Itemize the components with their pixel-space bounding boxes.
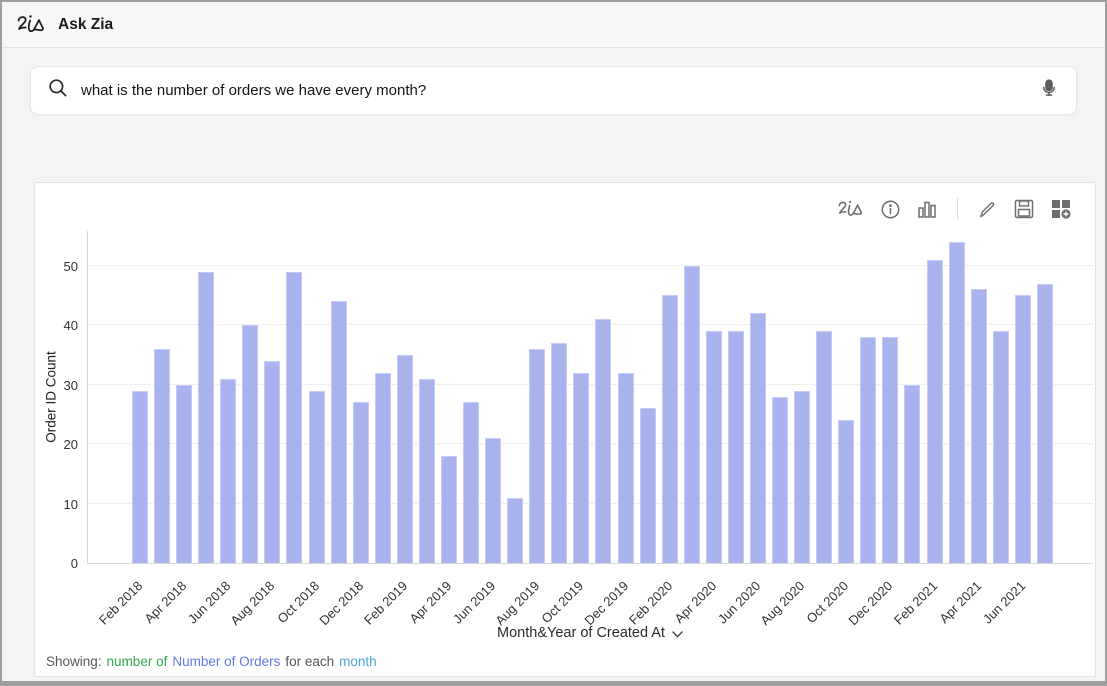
bar-sep-2019[interactable]	[551, 343, 567, 563]
bar-aug-2019[interactable]	[529, 349, 545, 563]
edit-icon[interactable]	[978, 200, 997, 219]
bar-oct-2019[interactable]	[573, 373, 589, 563]
bar-apr-2019[interactable]	[441, 456, 457, 563]
showing-segment[interactable]: Number of Orders	[172, 654, 280, 669]
bar-dec-2018[interactable]	[353, 402, 369, 563]
x-tick-label: Apr 2021	[900, 578, 984, 662]
y-tick-label: 30	[46, 378, 78, 393]
bar-nov-2020[interactable]	[860, 337, 876, 563]
save-icon[interactable]	[1014, 199, 1034, 219]
result-card: Order ID Count 01020304050Feb 2018Apr 20…	[34, 182, 1096, 677]
y-tick-label: 20	[46, 437, 78, 452]
x-tick-label: Feb 2019	[326, 578, 410, 662]
x-tick-label: Dec 2020	[812, 578, 896, 662]
showing-segment[interactable]: month	[339, 654, 377, 669]
bar-jun-2021[interactable]	[1015, 295, 1031, 563]
bar-dec-2020[interactable]	[882, 337, 898, 563]
x-tick-label: Apr 2020	[635, 578, 719, 662]
toolbar-divider	[957, 198, 958, 220]
chart-type-icon[interactable]	[917, 199, 937, 219]
bar-jul-2020[interactable]	[772, 397, 788, 564]
bar-may-2021[interactable]	[993, 331, 1009, 563]
zia-logo-icon	[16, 13, 46, 37]
bar-sep-2018[interactable]	[286, 272, 302, 563]
bar-jun-2020[interactable]	[750, 313, 766, 563]
bar-jun-2019[interactable]	[485, 438, 501, 563]
y-tick-label: 40	[46, 318, 78, 333]
bar-aug-2020[interactable]	[794, 391, 810, 563]
y-tick-label: 0	[46, 556, 78, 571]
bar-jul-2021[interactable]	[1037, 284, 1053, 563]
showing-prefix: Showing:	[46, 654, 102, 669]
app-header: Ask Zia	[2, 2, 1105, 48]
chart-toolbar	[35, 183, 1095, 223]
bar-jul-2018[interactable]	[242, 325, 258, 563]
showing-summary: number of Number of Orders for each month	[107, 654, 377, 669]
x-tick-label: Dec 2019	[547, 578, 631, 662]
bar-mar-2020[interactable]	[684, 266, 700, 563]
bar-may-2019[interactable]	[463, 402, 479, 563]
y-tick-label: 10	[46, 497, 78, 512]
bar-jan-2019[interactable]	[375, 373, 391, 563]
x-tick-label: Jun 2020	[679, 578, 763, 662]
x-tick-label: Feb 2020	[591, 578, 675, 662]
x-tick-label: Apr 2018	[105, 578, 189, 662]
x-tick-label: Jun 2019	[414, 578, 498, 662]
bar-nov-2019[interactable]	[595, 319, 611, 563]
y-tick-label: 50	[46, 259, 78, 274]
bar-apr-2021[interactable]	[971, 289, 987, 563]
bar-oct-2018[interactable]	[309, 391, 325, 563]
bar-may-2020[interactable]	[728, 331, 744, 563]
info-icon[interactable]	[881, 200, 900, 219]
x-tick-label: Feb 2021	[856, 578, 940, 662]
x-tick-label: Feb 2018	[61, 578, 145, 662]
search-bar[interactable]	[30, 66, 1077, 115]
x-tick-label: Jun 2021	[944, 578, 1028, 662]
bar-jun-2018[interactable]	[220, 379, 236, 563]
bar-mar-2018[interactable]	[154, 349, 170, 563]
x-tick-label: Oct 2018	[238, 578, 322, 662]
y-axis-title: Order ID Count	[44, 351, 59, 443]
bar-aug-2018[interactable]	[264, 361, 280, 563]
x-tick-label: Aug 2018	[194, 578, 278, 662]
app-title: Ask Zia	[58, 16, 113, 34]
x-tick-label: Oct 2019	[503, 578, 587, 662]
plot-area: Order ID Count 01020304050Feb 2018Apr 20…	[87, 231, 1093, 564]
x-tick-label: Jun 2018	[149, 578, 233, 662]
bar-apr-2018[interactable]	[176, 385, 192, 563]
bar-nov-2018[interactable]	[331, 301, 347, 563]
bar-feb-2020[interactable]	[662, 295, 678, 563]
x-tick-label: Dec 2018	[282, 578, 366, 662]
zia-icon[interactable]	[837, 199, 864, 220]
search-input[interactable]	[81, 82, 1026, 99]
bar-mar-2021[interactable]	[949, 242, 965, 563]
showing-row: Showing: number of Number of Orders for ea…	[46, 654, 377, 669]
bar-oct-2020[interactable]	[838, 420, 854, 563]
bar-dec-2019[interactable]	[618, 373, 634, 563]
x-tick-label: Aug 2019	[458, 578, 542, 662]
bar-jul-2019[interactable]	[507, 498, 523, 563]
microphone-icon[interactable]	[1039, 77, 1059, 104]
bar-sep-2020[interactable]	[816, 331, 832, 563]
bar-jan-2021[interactable]	[904, 385, 920, 563]
x-tick-label: Oct 2020	[767, 578, 851, 662]
x-tick-label: Apr 2019	[370, 578, 454, 662]
bar-feb-2019[interactable]	[397, 355, 413, 563]
showing-segment: for each	[285, 654, 334, 669]
add-to-dashboard-icon[interactable]	[1051, 199, 1071, 219]
search-icon	[48, 78, 68, 103]
bar-feb-2018[interactable]	[132, 391, 148, 563]
bar-jan-2020[interactable]	[640, 408, 656, 563]
showing-segment[interactable]: number of	[107, 654, 168, 669]
bar-feb-2021[interactable]	[927, 260, 943, 563]
x-tick-label: Aug 2020	[723, 578, 807, 662]
bar-apr-2020[interactable]	[706, 331, 722, 563]
bar-may-2018[interactable]	[198, 272, 214, 563]
bar-mar-2019[interactable]	[419, 379, 435, 563]
ask-zia-window: Ask Zia	[0, 0, 1107, 686]
